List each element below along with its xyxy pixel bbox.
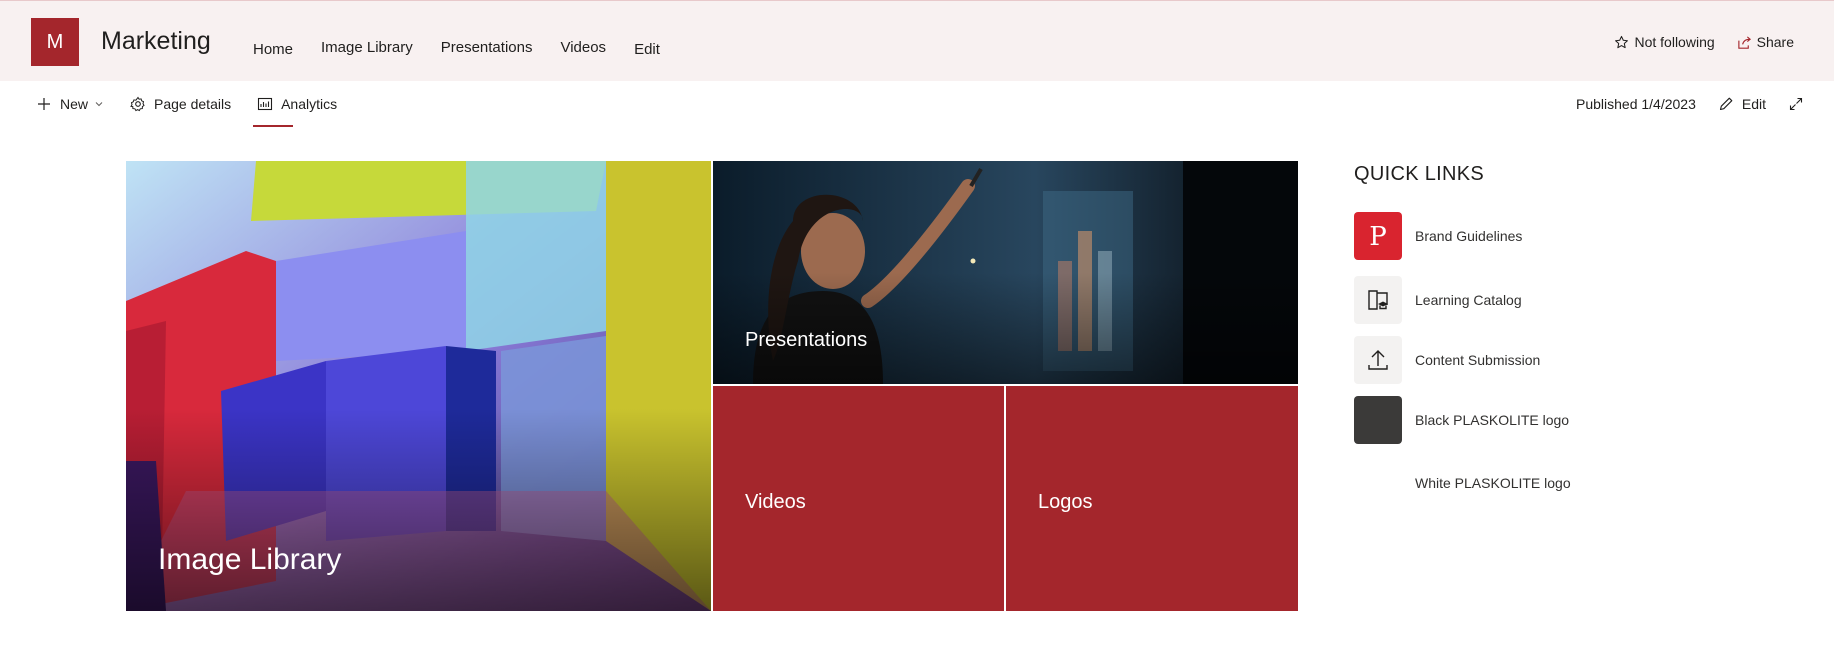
tile-label: Logos <box>1038 491 1093 513</box>
site-header: M Marketing Home Image Library Presentat… <box>0 0 1834 127</box>
quick-link-learning-catalog[interactable]: Learning Catalog <box>1354 276 1522 324</box>
quick-link-label: Brand Guidelines <box>1415 228 1523 244</box>
expand-icon <box>1789 97 1803 111</box>
learning-catalog-icon <box>1354 276 1402 324</box>
published-status: Published 1/4/2023 <box>1576 96 1696 112</box>
share-label: Share <box>1756 34 1794 50</box>
header-actions: Not following Share <box>1614 34 1794 50</box>
gear-icon <box>130 96 145 112</box>
svg-text:P: P <box>1369 222 1387 251</box>
plus-icon <box>38 98 50 110</box>
quick-links-web-part: QUICK LINKS P Brand Guidelines Learning … <box>1354 163 1614 507</box>
analytics-button[interactable]: Analytics <box>257 96 337 112</box>
black-logo-thumbnail <box>1354 396 1402 444</box>
edit-page-button[interactable]: Edit <box>1718 96 1766 112</box>
command-bar: New Page details Analytics Published 1/4… <box>0 81 1834 127</box>
hero-tile-presentations[interactable]: Presentations <box>713 161 1298 384</box>
share-icon <box>1737 35 1751 49</box>
quick-link-label: Content Submission <box>1415 352 1541 368</box>
new-label: New <box>60 96 89 112</box>
hero-tile-logos[interactable]: Logos <box>1006 386 1298 611</box>
hero-tile-videos[interactable]: Videos <box>713 386 1004 611</box>
site-logo[interactable]: M <box>31 18 79 66</box>
quick-link-white-logo[interactable]: White PLASKOLITE logo <box>1354 459 1571 507</box>
page-details-button[interactable]: Page details <box>130 96 231 112</box>
expand-button[interactable] <box>1788 96 1804 112</box>
upload-icon <box>1354 336 1402 384</box>
edit-page-label: Edit <box>1741 96 1766 112</box>
analytics-label: Analytics <box>281 96 338 112</box>
share-button[interactable]: Share <box>1737 34 1794 50</box>
quick-link-brand-guidelines[interactable]: P Brand Guidelines <box>1354 212 1522 260</box>
follow-button[interactable]: Not following <box>1614 34 1715 50</box>
chevron-down-icon <box>95 102 103 107</box>
quick-links-title: QUICK LINKS <box>1354 163 1484 185</box>
hero-tile-image-library[interactable]: Image Library <box>126 161 711 611</box>
tile-label: Image Library <box>158 543 342 576</box>
new-button[interactable]: New <box>36 96 104 112</box>
quick-link-label: White PLASKOLITE logo <box>1415 475 1571 491</box>
quick-link-content-submission[interactable]: Content Submission <box>1354 336 1540 384</box>
quick-link-black-logo[interactable]: Black PLASKOLITE logo <box>1354 396 1569 444</box>
hero-web-part: Image Library Presentations Videos Logos <box>126 161 1298 611</box>
quick-link-label: Learning Catalog <box>1415 292 1522 308</box>
tile-label: Videos <box>745 491 806 513</box>
tile-label: Presentations <box>745 329 868 351</box>
follow-label: Not following <box>1634 34 1715 50</box>
page-details-label: Page details <box>154 96 232 112</box>
analytics-icon <box>258 97 273 111</box>
star-icon <box>1615 35 1629 48</box>
pencil-icon <box>1719 97 1733 111</box>
pdf-icon: P <box>1354 212 1402 260</box>
quick-link-label: Black PLASKOLITE logo <box>1415 412 1570 428</box>
site-navigation: Home Image Library Presentations Videos … <box>253 1 688 127</box>
site-title[interactable]: Marketing <box>101 27 211 56</box>
white-logo-thumbnail <box>1354 459 1402 507</box>
